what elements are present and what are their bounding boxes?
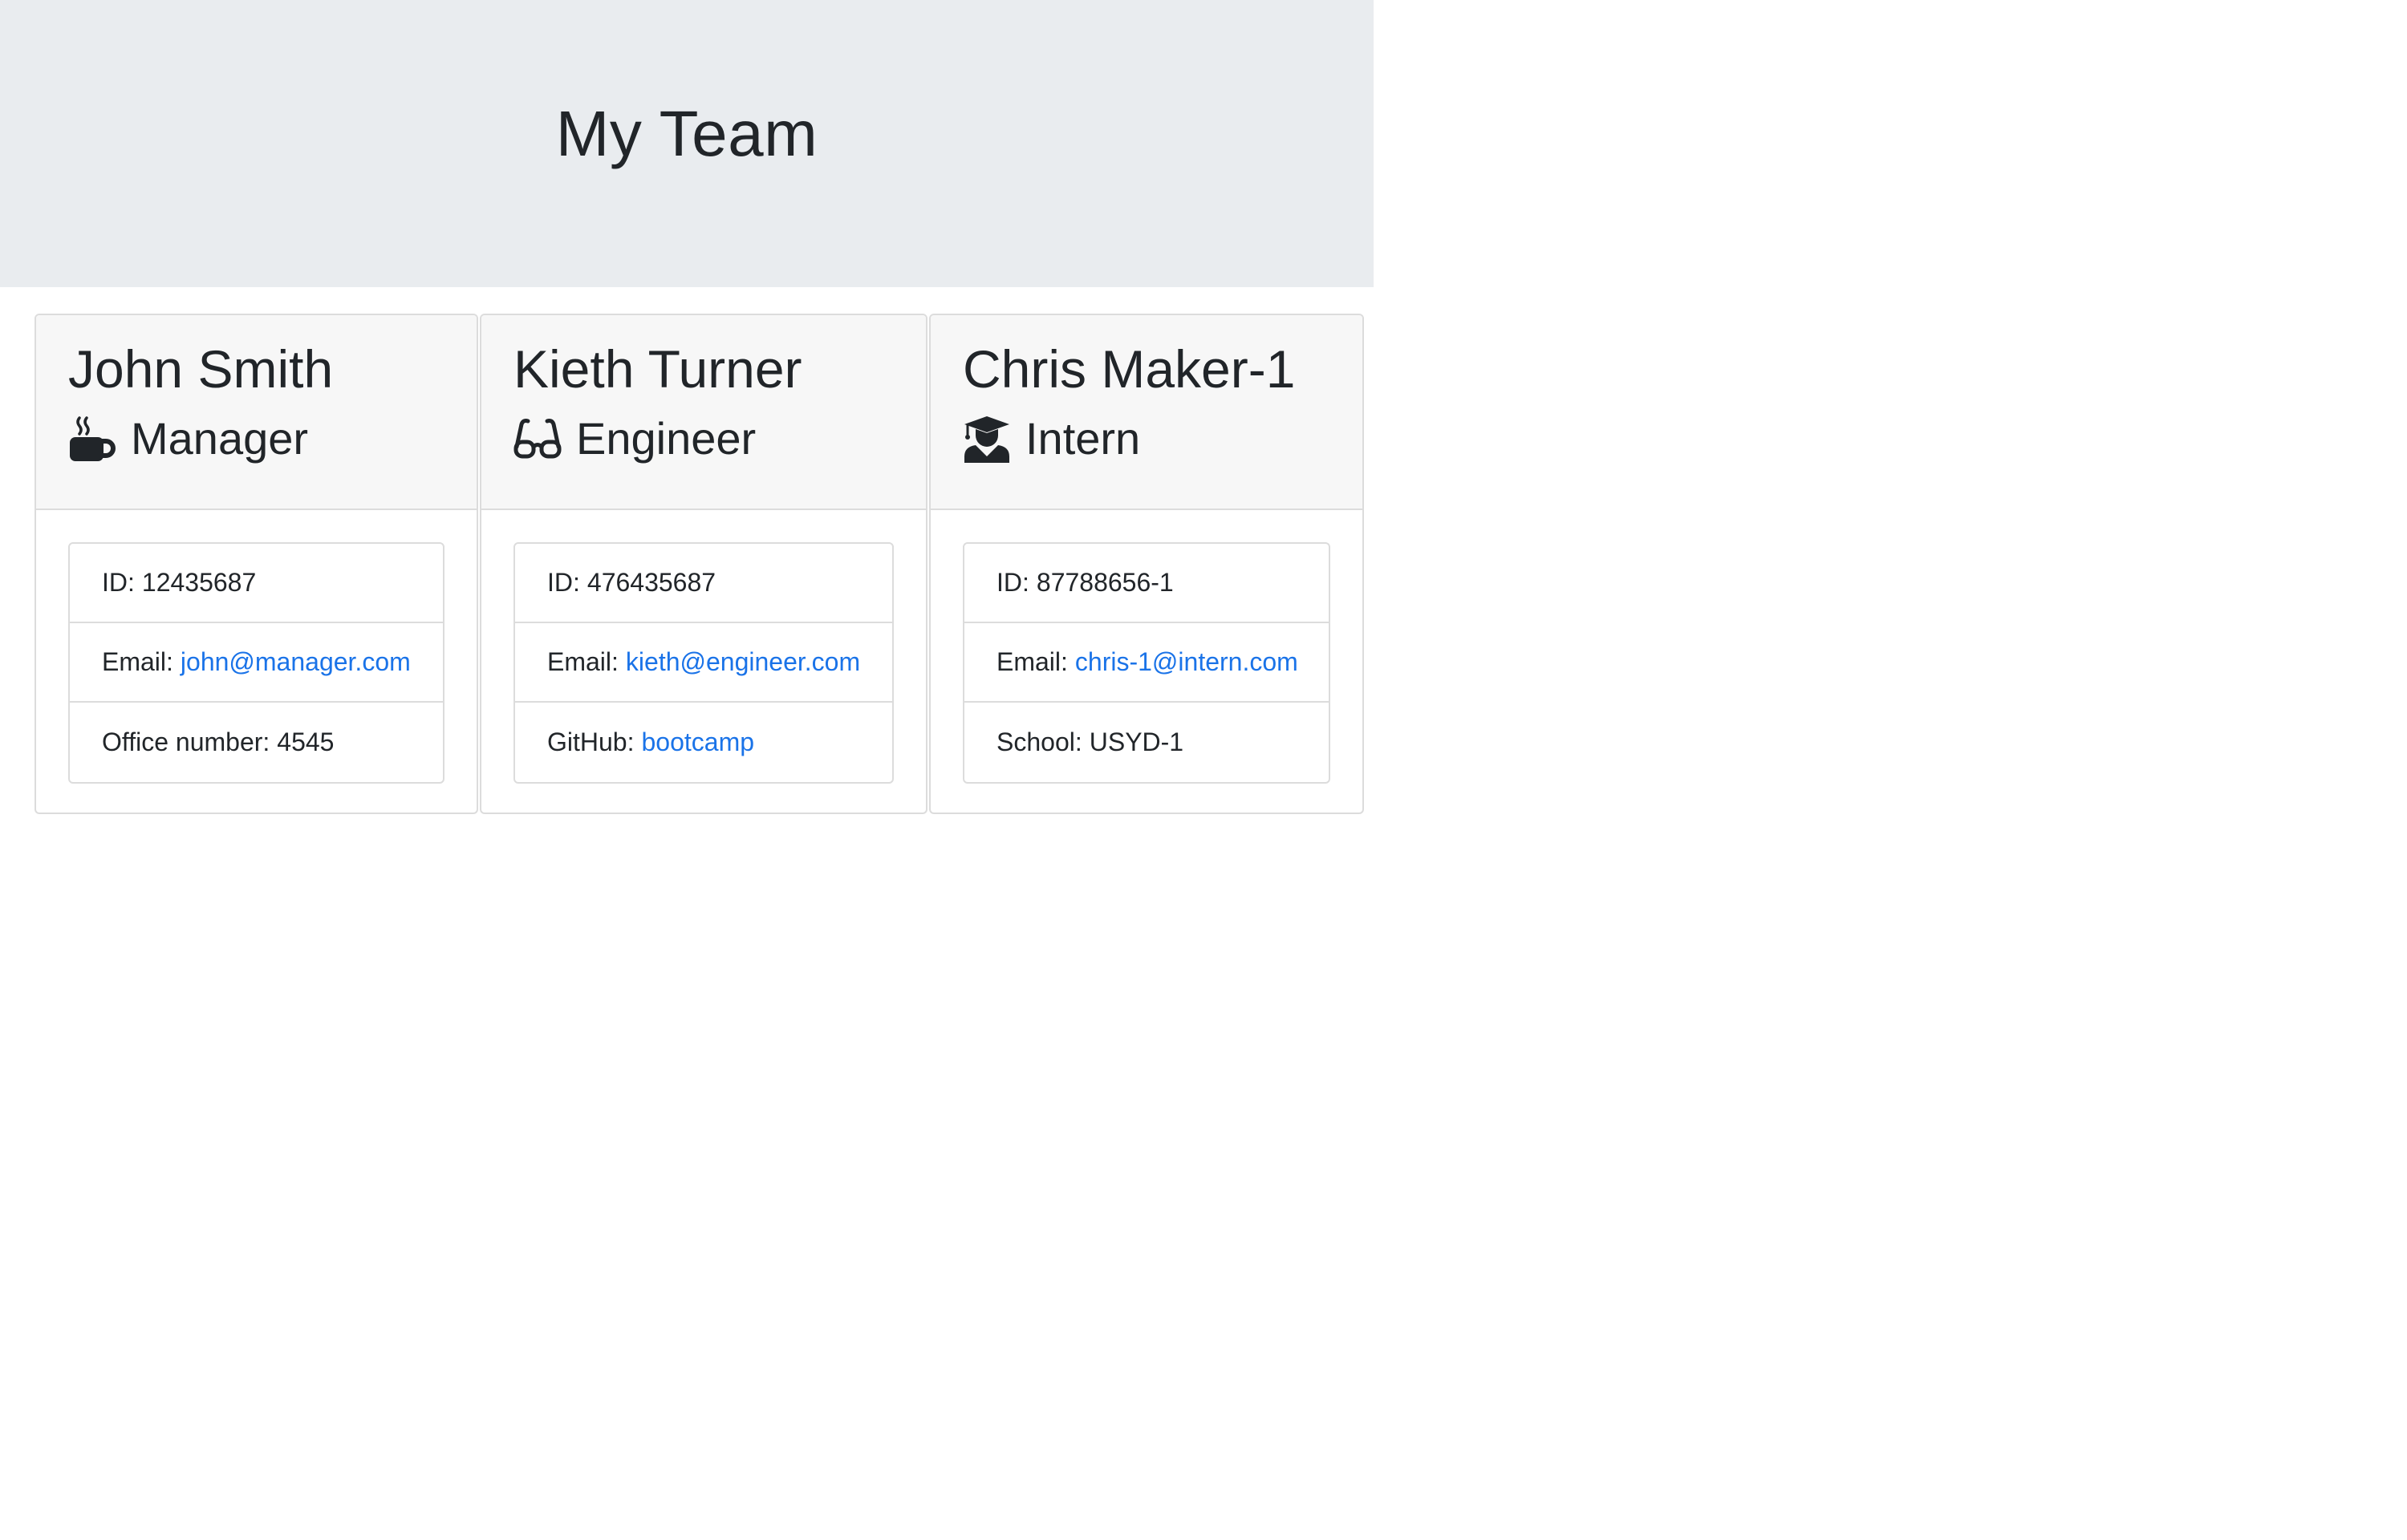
id-label: ID: xyxy=(996,568,1029,597)
employee-details: ID: 87788656-1 Email: chris-1@intern.com… xyxy=(963,542,1330,784)
employee-id-row: ID: 87788656-1 xyxy=(964,544,1329,623)
school-label: School: xyxy=(996,727,1082,756)
employee-role: Intern xyxy=(963,412,1362,464)
id-value: 476435687 xyxy=(587,568,716,597)
page-title: My Team xyxy=(555,98,818,169)
team-cards: John Smith Manager ID: 12435687 Email: j… xyxy=(35,314,1366,814)
github-label: GitHub: xyxy=(547,727,635,756)
role-label: Engineer xyxy=(576,413,757,464)
mug-hot-icon xyxy=(68,415,116,463)
github-link[interactable]: bootcamp xyxy=(641,727,754,757)
employee-card-engineer: Kieth Turner Engineer ID: 476435687 Emai… xyxy=(480,314,927,814)
employee-id-row: ID: 476435687 xyxy=(515,544,892,623)
office-number-value: 4545 xyxy=(277,727,335,756)
office-number-row: Office number: 4545 xyxy=(70,703,443,782)
card-body: ID: 12435687 Email: john@manager.com Off… xyxy=(36,510,477,784)
employee-role: Manager xyxy=(68,412,477,464)
id-value: 87788656-1 xyxy=(1036,568,1174,597)
employee-role: Engineer xyxy=(513,412,926,464)
employee-email-row: Email: chris-1@intern.com xyxy=(964,623,1329,703)
employee-details: ID: 476435687 Email: kieth@engineer.com … xyxy=(513,542,894,784)
employee-name: John Smith xyxy=(68,339,334,399)
employee-email-row: Email: john@manager.com xyxy=(70,623,443,703)
role-label: Intern xyxy=(1025,413,1141,464)
card-header: John Smith Manager xyxy=(36,315,477,510)
email-link[interactable]: chris-1@intern.com xyxy=(1075,647,1298,677)
page-header: My Team xyxy=(0,0,1374,287)
email-link[interactable]: john@manager.com xyxy=(181,647,411,677)
employee-name: Kieth Turner xyxy=(513,339,802,399)
office-number-label: Office number: xyxy=(102,727,270,756)
school-value: USYD-1 xyxy=(1089,727,1184,756)
employee-id-row: ID: 12435687 xyxy=(70,544,443,623)
email-link[interactable]: kieth@engineer.com xyxy=(626,647,860,677)
id-label: ID: xyxy=(102,568,135,597)
email-label: Email: xyxy=(547,647,619,676)
email-label: Email: xyxy=(102,647,173,676)
role-label: Manager xyxy=(131,413,309,464)
card-body: ID: 87788656-1 Email: chris-1@intern.com… xyxy=(931,510,1362,784)
github-row: GitHub: bootcamp xyxy=(515,703,892,782)
id-value: 12435687 xyxy=(141,568,257,597)
employee-card-manager: John Smith Manager ID: 12435687 Email: j… xyxy=(35,314,478,814)
glasses-icon xyxy=(513,415,562,463)
school-row: School: USYD-1 xyxy=(964,703,1329,782)
employee-name: Chris Maker-1 xyxy=(963,339,1296,399)
card-header: Kieth Turner Engineer xyxy=(481,315,926,510)
employee-card-intern: Chris Maker-1 Intern ID: 87788656-1 Emai… xyxy=(929,314,1364,814)
employee-email-row: Email: kieth@engineer.com xyxy=(515,623,892,703)
card-body: ID: 476435687 Email: kieth@engineer.com … xyxy=(481,510,926,784)
email-label: Email: xyxy=(996,647,1068,676)
id-label: ID: xyxy=(547,568,580,597)
card-header: Chris Maker-1 Intern xyxy=(931,315,1362,510)
employee-details: ID: 12435687 Email: john@manager.com Off… xyxy=(68,542,444,784)
user-graduate-icon xyxy=(963,415,1011,463)
